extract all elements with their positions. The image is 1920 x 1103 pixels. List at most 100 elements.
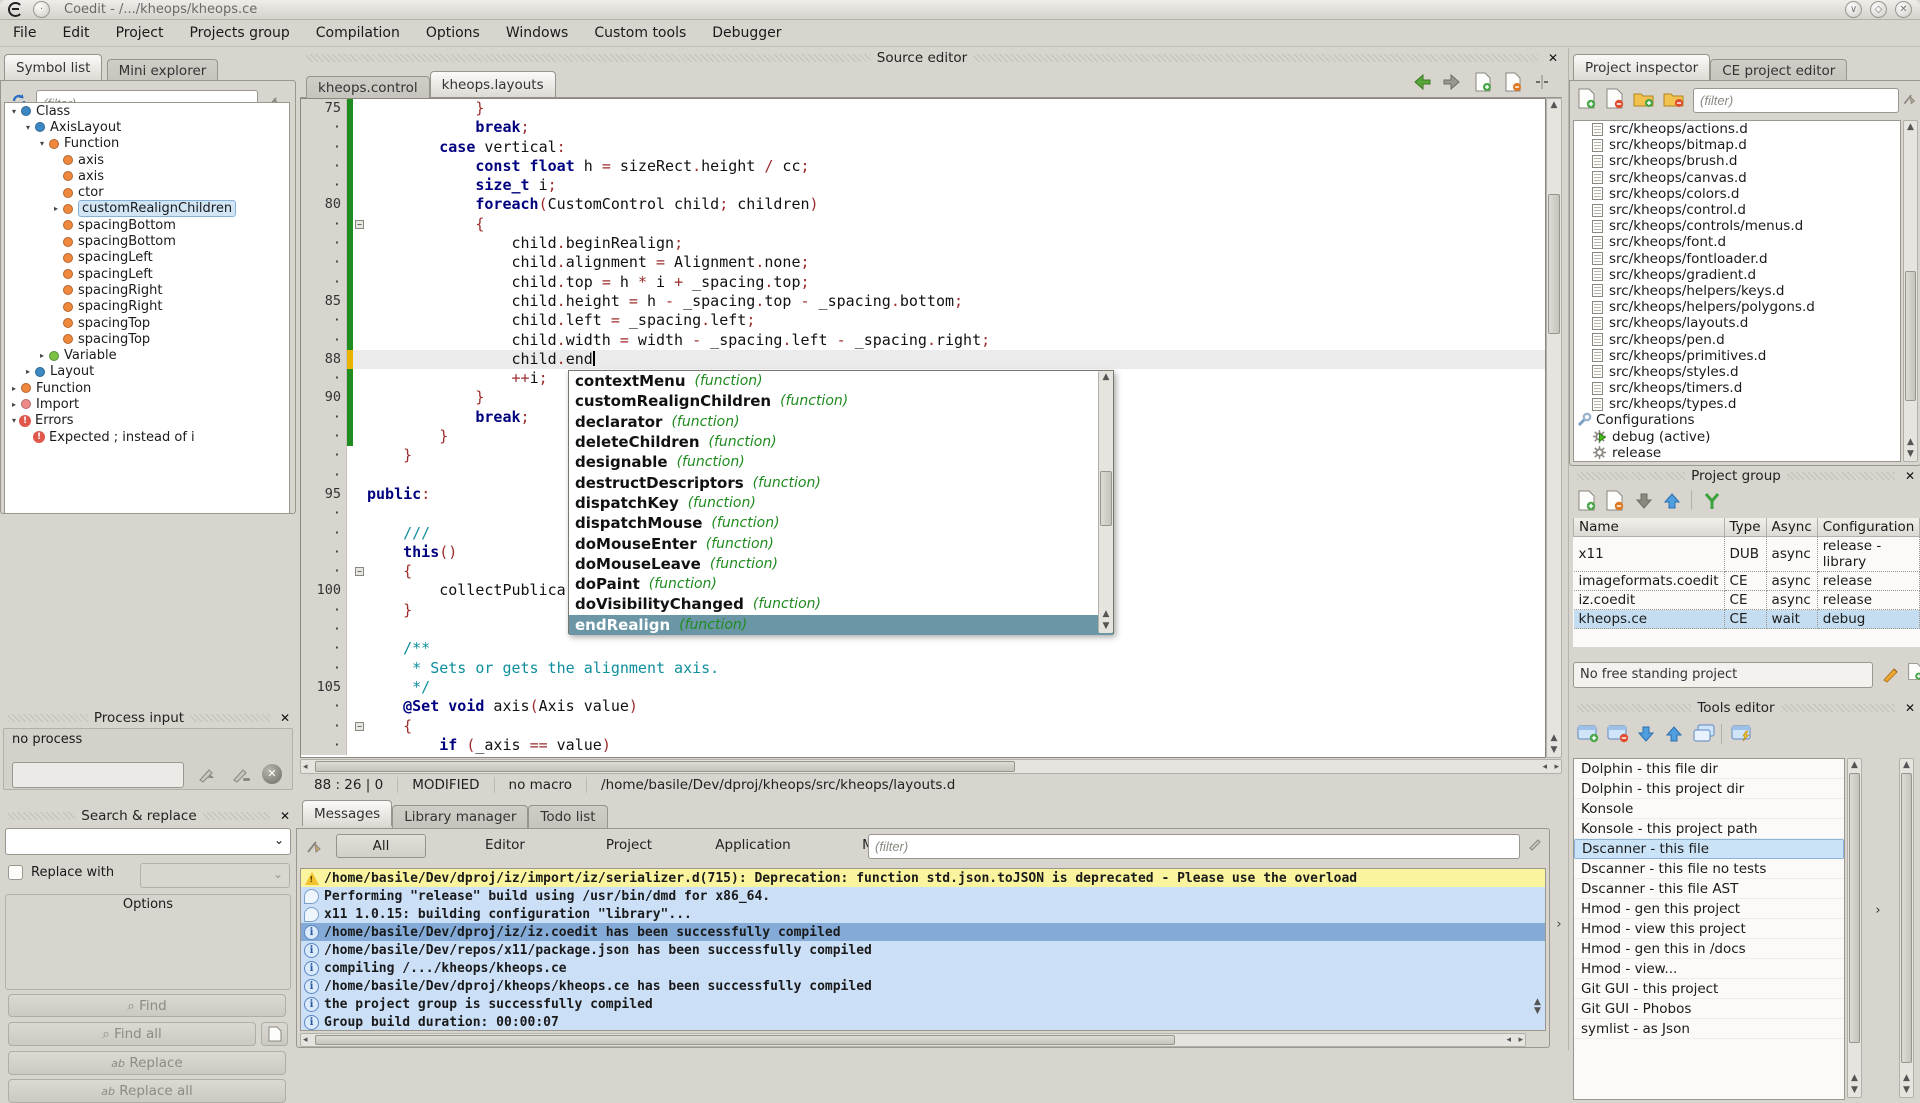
project-file-item[interactable]: src/kheops/helpers/polygons.d: [1574, 299, 1900, 315]
code-line[interactable]: · if (_axis == value): [301, 736, 1545, 755]
project-file-item[interactable]: src/kheops/types.d: [1574, 396, 1900, 412]
tool-item[interactable]: Konsole - this project path: [1574, 819, 1844, 839]
close-process-panel-icon[interactable]: ✕: [276, 711, 294, 725]
symbol-tree-item[interactable]: spacingBottom: [5, 233, 289, 249]
tool-item[interactable]: Dscanner - this file: [1574, 839, 1844, 859]
completion-item[interactable]: doMouseEnter(function): [569, 533, 1113, 553]
messages-tab-todo-list[interactable]: Todo list: [528, 805, 607, 829]
log-row[interactable]: icompiling /.../kheops/kheops.ce: [301, 959, 1545, 977]
code-line[interactable]: · child.top = h * i + _spacing.top;: [301, 273, 1545, 292]
symbol-tree-item[interactable]: spacingLeft: [5, 250, 289, 266]
tools-detail-vscrollbar[interactable]: ▲ ▲▼: [1899, 758, 1914, 1098]
symbol-tree-item[interactable]: spacingLeft: [5, 266, 289, 282]
tool-item[interactable]: Dscanner - this file no tests: [1574, 859, 1844, 879]
completion-item[interactable]: doPaint(function): [569, 574, 1113, 594]
tools-list[interactable]: Dolphin - this file dirDolphin - this pr…: [1573, 758, 1845, 1100]
menu-custom-tools[interactable]: Custom tools: [581, 21, 699, 45]
symbol-tree-item[interactable]: ctor: [5, 184, 289, 200]
menu-debugger[interactable]: Debugger: [699, 21, 794, 45]
symbol-tree-item[interactable]: ▸Layout: [5, 364, 289, 380]
symbol-tree-item[interactable]: ▸Import: [5, 396, 289, 412]
move-project-up-icon[interactable]: [1663, 492, 1681, 510]
close-button[interactable]: ✕: [1895, 1, 1912, 18]
tree-expander-icon[interactable]: ▸: [9, 384, 19, 393]
code-line[interactable]: 88 child.end: [301, 350, 1545, 369]
completion-popup[interactable]: contextMenu(function)customRealignChildr…: [568, 370, 1114, 634]
project-file-item[interactable]: src/kheops/bitmap.d: [1574, 137, 1900, 153]
project-file-item[interactable]: src/kheops/brush.d: [1574, 153, 1900, 169]
code-line[interactable]: · child.alignment = Alignment.none;: [301, 253, 1545, 272]
close-project-group-icon[interactable]: ✕: [1901, 469, 1919, 483]
add-tool-icon[interactable]: [1577, 724, 1599, 743]
messages-expand-icon[interactable]: ›: [1552, 894, 1566, 954]
completion-item[interactable]: endRealign(function): [569, 615, 1113, 635]
completion-item[interactable]: customRealignChildren(function): [569, 391, 1113, 411]
symbol-tree-item[interactable]: spacingTop: [5, 315, 289, 331]
kill-process-icon[interactable]: ✕: [262, 764, 282, 784]
editor-hscrollbar[interactable]: ◂ ◂▸: [300, 759, 1562, 774]
group-col-name[interactable]: Name: [1574, 518, 1725, 537]
menu-projects-group[interactable]: Projects group: [176, 21, 302, 45]
log-row[interactable]: Performing "release" build using /usr/bi…: [301, 887, 1545, 905]
log-row[interactable]: i/home/basile/Dev/dproj/kheops/kheops.ce…: [301, 978, 1545, 996]
menu-options[interactable]: Options: [413, 21, 493, 45]
menu-project[interactable]: Project: [103, 21, 177, 45]
code-line[interactable]: ·− {: [301, 215, 1545, 234]
code-line[interactable]: · * Sets or gets the alignment axis.: [301, 659, 1545, 678]
tool-item[interactable]: Hmod - view this project: [1574, 919, 1844, 939]
completion-item[interactable]: dispatchKey(function): [569, 493, 1113, 513]
code-line[interactable]: 105 */: [301, 678, 1545, 697]
group-row-x11[interactable]: x11DUBasyncrelease - library: [1574, 537, 1920, 572]
popup-scrollbar[interactable]: ▲ ▲▼: [1098, 371, 1113, 633]
right-tab-project-inspector[interactable]: Project inspector: [1573, 54, 1710, 80]
symbol-tree-item[interactable]: ▾Class: [5, 103, 289, 119]
project-group-table[interactable]: NameTypeAsyncConfigurationx11DUBasyncrel…: [1573, 518, 1920, 647]
fold-column[interactable]: −: [353, 215, 367, 234]
project-file-item[interactable]: src/kheops/layouts.d: [1574, 315, 1900, 331]
new-free-standing-icon[interactable]: [1907, 662, 1920, 681]
minimize-button[interactable]: ∨: [1845, 1, 1862, 18]
code-line[interactable]: · size_t i;: [301, 176, 1545, 195]
log-row[interactable]: ithe project group is successfully compi…: [301, 996, 1545, 1014]
group-col-configuration[interactable]: Configuration: [1817, 518, 1920, 537]
group-row-imageformats.coedit[interactable]: imageformats.coeditCEasyncrelease: [1574, 572, 1920, 591]
project-file-item[interactable]: src/kheops/timers.d: [1574, 380, 1900, 396]
run-tool-icon[interactable]: [1731, 724, 1753, 743]
add-source-icon[interactable]: [1577, 88, 1596, 109]
editor-tab-kheops.layouts[interactable]: kheops.layouts: [430, 71, 556, 97]
inspector-vscrollbar[interactable]: ▲ ▲▼: [1903, 120, 1918, 462]
tree-expander-icon[interactable]: ▸: [37, 351, 47, 360]
log-row[interactable]: x11 1.0.15: building configuration "libr…: [301, 905, 1545, 923]
code-line[interactable]: · break;: [301, 118, 1545, 137]
split-view-icon[interactable]: [1534, 74, 1550, 90]
symbol-tree-item[interactable]: ▸customRealignChildren: [5, 201, 289, 217]
project-file-item[interactable]: src/kheops/colors.d: [1574, 186, 1900, 202]
configuration-item[interactable]: >release: [1574, 445, 1900, 461]
project-file-item[interactable]: src/kheops/canvas.d: [1574, 170, 1900, 186]
code-line[interactable]: 80 foreach(CustomControl child; children…: [301, 195, 1545, 214]
remove-tool-icon[interactable]: [1607, 724, 1629, 743]
code-line[interactable]: 85 child.height = h - _spacing.top - _sp…: [301, 292, 1545, 311]
replace-button[interactable]: ab Replace: [8, 1051, 286, 1075]
process-input-field[interactable]: [12, 762, 184, 788]
filter-button-editor[interactable]: Editor: [460, 834, 550, 858]
menu-edit[interactable]: Edit: [49, 21, 102, 45]
group-col-type[interactable]: Type: [1724, 518, 1766, 537]
completion-item[interactable]: contextMenu(function): [569, 371, 1113, 391]
symbol-tree-item[interactable]: spacingRight: [5, 282, 289, 298]
tree-expander-icon[interactable]: ▸: [23, 367, 33, 376]
tool-item[interactable]: Git GUI - Phobos: [1574, 999, 1844, 1019]
find-all-button[interactable]: ⌕ Find all: [8, 1022, 256, 1046]
tool-item[interactable]: Hmod - gen this project: [1574, 899, 1844, 919]
group-sync-icon[interactable]: [1703, 491, 1721, 510]
group-col-async[interactable]: Async: [1766, 518, 1817, 537]
filter-button-all[interactable]: All: [336, 834, 426, 858]
editor-tab-kheops.control[interactable]: kheops.control: [306, 76, 430, 100]
messages-options-icon[interactable]: [1528, 836, 1544, 852]
project-file-item[interactable]: src/kheops/helpers/keys.d: [1574, 283, 1900, 299]
fold-column[interactable]: −: [353, 562, 367, 581]
tool-item[interactable]: Dolphin - this project dir: [1574, 779, 1844, 799]
duplicate-tool-icon[interactable]: [1693, 724, 1715, 743]
replace-with-checkbox[interactable]: [8, 865, 23, 880]
tools-vscrollbar[interactable]: ▲ ▲▼: [1847, 758, 1862, 1098]
